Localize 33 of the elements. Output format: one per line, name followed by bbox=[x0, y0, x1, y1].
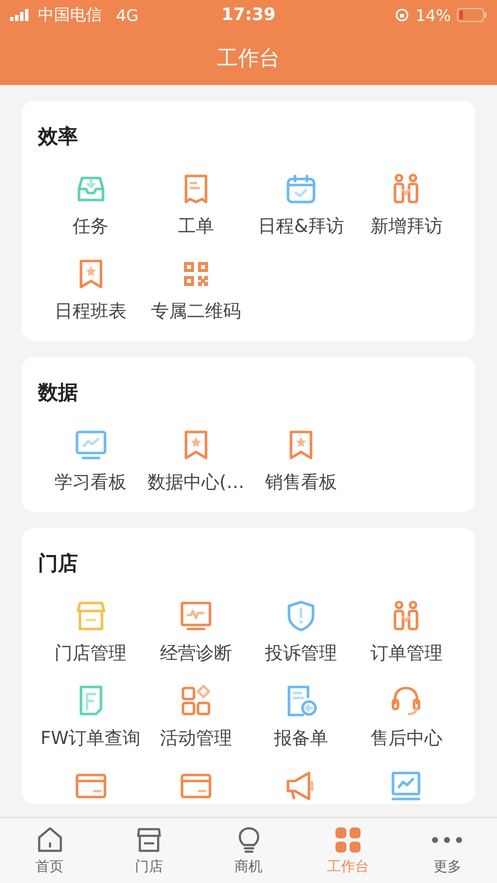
rotation-lock-icon bbox=[395, 8, 410, 22]
shortcut-button[interactable]: 活动管理 bbox=[143, 683, 248, 768]
shortcut-button[interactable]: 销售看板 bbox=[248, 427, 354, 512]
shortcut-button[interactable]: 数据中心(… bbox=[143, 427, 248, 512]
shortcut-button[interactable]: 投诉管理 bbox=[248, 598, 354, 683]
tab[interactable]: 首页 bbox=[0, 818, 100, 883]
shortcut-button[interactable]: 门店管理 bbox=[38, 598, 144, 683]
shortcut-button[interactable]: 日程&拜访 bbox=[248, 171, 354, 256]
shortcut-button[interactable]: 订单管理 bbox=[354, 598, 459, 683]
carrier-name: 中国电信 bbox=[38, 4, 102, 26]
status-time: 17:39 bbox=[221, 5, 276, 25]
shortcut-button[interactable]: 新增拜访 bbox=[354, 171, 459, 256]
grid-icon bbox=[332, 825, 363, 855]
shortcut-button[interactable]: 日程班表 bbox=[38, 256, 144, 341]
tab[interactable]: 更多 bbox=[398, 818, 497, 883]
battery-icon bbox=[457, 8, 487, 22]
shortcut-button[interactable]: 售后中心 bbox=[354, 683, 459, 768]
tab[interactable]: 商机 bbox=[198, 818, 298, 883]
shortcut-button[interactable]: 专属二维码 bbox=[143, 256, 248, 341]
section-title: 效率 bbox=[38, 123, 79, 150]
shortcut-button[interactable]: 工单 bbox=[143, 171, 248, 256]
shortcut-button[interactable]: 任务 bbox=[38, 171, 144, 256]
shortcut-button[interactable]: 经营诊断 bbox=[143, 598, 248, 683]
shortcut-button[interactable]: 报备单 bbox=[248, 683, 354, 768]
section-title: 数据 bbox=[38, 379, 79, 406]
tab[interactable]: 门店 bbox=[99, 818, 199, 883]
section-title: 门店 bbox=[38, 550, 79, 577]
shortcut-button[interactable]: 学习看板 bbox=[38, 427, 144, 512]
battery-percent: 14% bbox=[415, 6, 451, 24]
shortcut-button[interactable]: FW订单查询 bbox=[38, 683, 144, 768]
page-title: 工作台 bbox=[217, 44, 280, 72]
more-icon bbox=[432, 837, 462, 843]
network-type: 4G bbox=[116, 6, 139, 24]
